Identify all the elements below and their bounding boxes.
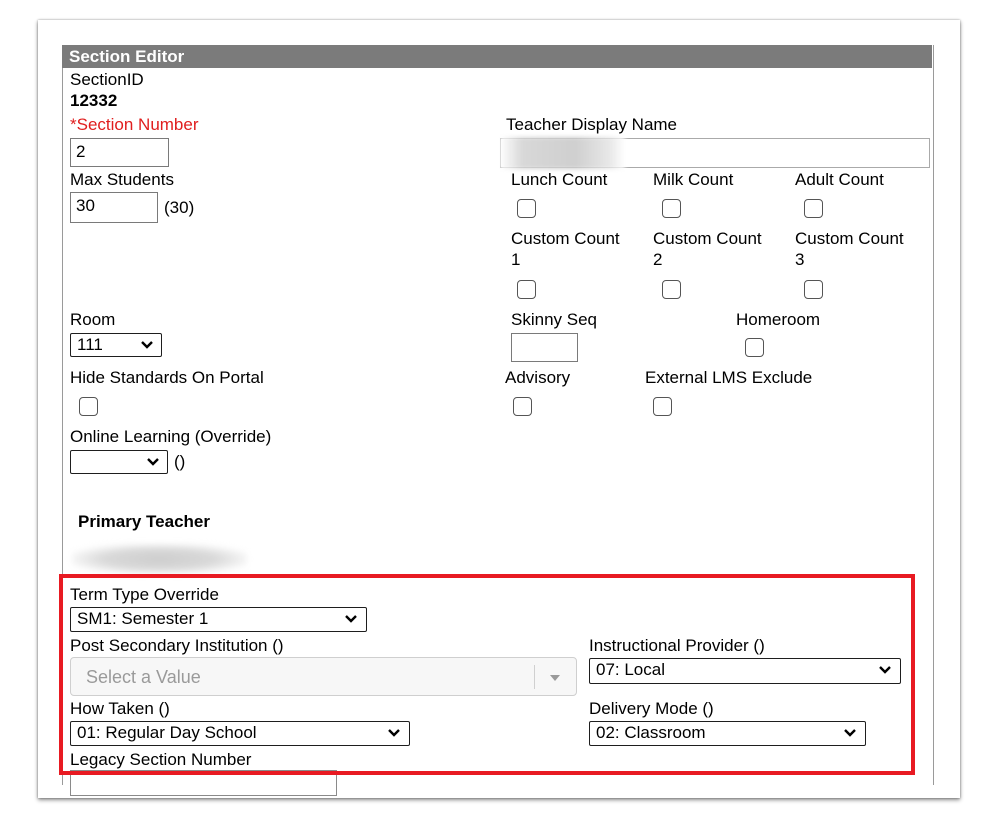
milk-count-label: Milk Count: [653, 170, 734, 189]
chevron-down-icon: [141, 341, 153, 349]
teacher-display-name-label: Teacher Display Name: [506, 115, 678, 134]
primary-teacher-label: Primary Teacher: [78, 512, 210, 531]
online-learning-note: (): [174, 452, 186, 471]
hide-standards-checkbox[interactable]: [79, 397, 98, 416]
section-number-input[interactable]: 2: [70, 138, 169, 167]
section-number-label: *Section Number: [70, 115, 199, 134]
custom-count-3-number: 3: [795, 250, 805, 269]
max-students-note: (30): [164, 198, 195, 217]
custom-count-2-checkbox[interactable]: [662, 280, 681, 299]
room-select[interactable]: 111: [70, 333, 162, 357]
custom-count-1-label: Custom Count: [511, 229, 620, 248]
custom-count-1-number: 1: [511, 250, 521, 269]
room-select-value: 111: [77, 335, 103, 354]
advisory-label: Advisory: [505, 368, 571, 387]
highlight-box: [59, 574, 915, 775]
skinny-seq-label: Skinny Seq: [511, 310, 597, 329]
adult-count-label: Adult Count: [795, 170, 884, 189]
homeroom-label: Homeroom: [736, 310, 821, 329]
lunch-count-checkbox[interactable]: [517, 199, 536, 218]
online-learning-select[interactable]: [70, 450, 168, 474]
external-lms-label: External LMS Exclude: [645, 368, 813, 387]
custom-count-2-number: 2: [653, 250, 663, 269]
external-lms-checkbox[interactable]: [653, 397, 672, 416]
online-learning-label: Online Learning (Override): [70, 427, 272, 446]
custom-count-1-checkbox[interactable]: [517, 280, 536, 299]
hide-standards-label: Hide Standards On Portal: [70, 368, 264, 387]
section-id-label: SectionID: [70, 70, 144, 89]
chevron-down-icon: [147, 458, 159, 466]
max-students-input[interactable]: 30: [70, 192, 158, 223]
advisory-checkbox[interactable]: [513, 397, 532, 416]
redacted-blur: [500, 137, 625, 169]
lunch-count-label: Lunch Count: [511, 170, 608, 189]
custom-count-3-checkbox[interactable]: [804, 280, 823, 299]
room-label: Room: [70, 310, 116, 329]
milk-count-checkbox[interactable]: [662, 199, 681, 218]
adult-count-checkbox[interactable]: [804, 199, 823, 218]
section-id-value: 12332: [70, 91, 118, 110]
max-students-label: Max Students: [70, 170, 174, 189]
panel-header: Section Editor: [62, 45, 932, 68]
homeroom-checkbox[interactable]: [745, 338, 764, 357]
custom-count-3-label: Custom Count: [795, 229, 904, 248]
custom-count-2-label: Custom Count: [653, 229, 762, 248]
skinny-seq-input[interactable]: [511, 333, 578, 362]
redacted-blur: [72, 544, 247, 574]
